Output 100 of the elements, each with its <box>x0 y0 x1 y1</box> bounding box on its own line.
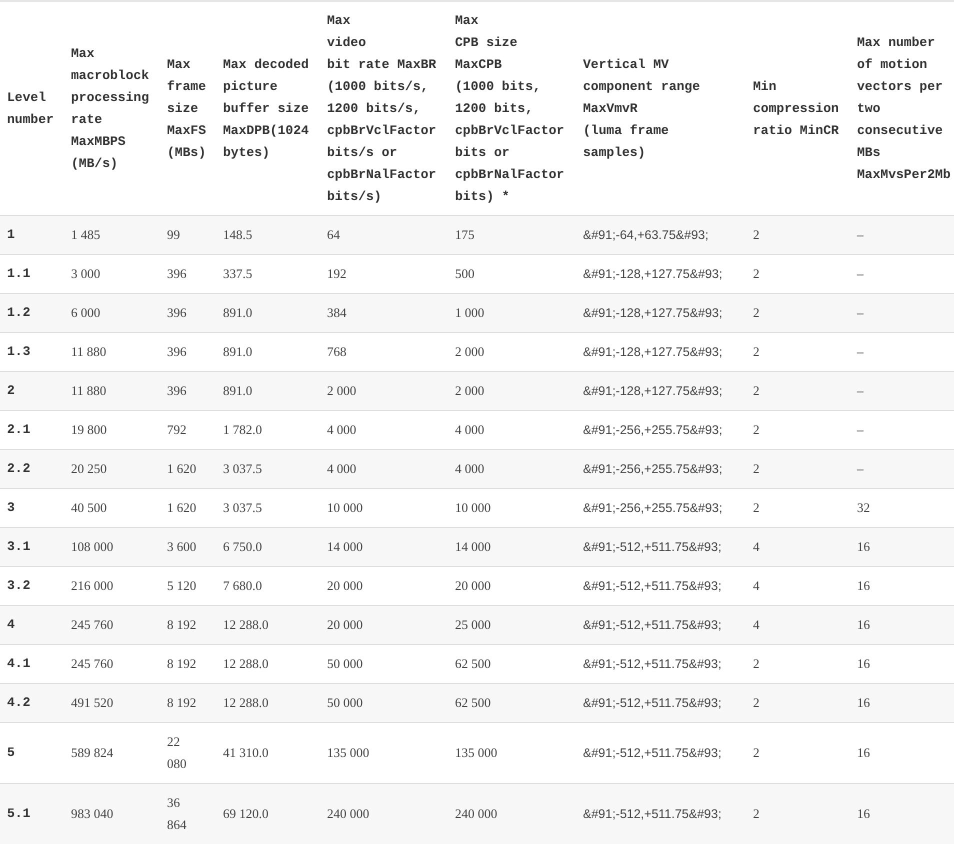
table-cell: 3 037.5 <box>216 450 320 488</box>
table-cell: 14 000 <box>448 528 576 566</box>
column-header: Level number <box>0 1 64 216</box>
table-cell: 16 <box>850 722 954 784</box>
table-cell: 20 000 <box>320 606 448 644</box>
table-cell: 5 120 <box>160 566 216 606</box>
table-cell: 589 824 <box>64 722 160 784</box>
column-header: Max CPB size MaxCPB (1000 bits, 1200 bits, cpbBrVclFactor bits or cpbBrNalFactor bits) * <box>448 1 576 216</box>
level-cell: 5 <box>0 722 64 784</box>
table-cell: 10 000 <box>448 488 576 528</box>
table-cell: 6 750.0 <box>216 528 320 566</box>
table-cell: 384 <box>320 294 448 332</box>
table-cell: &#91;-512,+511.75&#93; <box>576 606 746 644</box>
level-cell: 3 <box>0 488 64 528</box>
table-cell: 12 288.0 <box>216 606 320 644</box>
table-cell: 216 000 <box>64 566 160 606</box>
table-cell: 11 880 <box>64 372 160 410</box>
table-cell: 396 <box>160 372 216 410</box>
table-cell: 2 <box>746 644 850 684</box>
table-cell: 32 <box>850 488 954 528</box>
table-cell: 8 192 <box>160 606 216 644</box>
table-cell: 491 520 <box>64 684 160 722</box>
table-cell: 99 <box>160 216 216 254</box>
level-cell: 1.1 <box>0 254 64 294</box>
table-cell: &#91;-512,+511.75&#93; <box>576 566 746 606</box>
table-cell: 4 000 <box>448 450 576 488</box>
level-cell: 2.1 <box>0 410 64 450</box>
table-cell: – <box>850 372 954 410</box>
table-cell: 240 000 <box>320 784 448 844</box>
table-cell: 3 037.5 <box>216 488 320 528</box>
table-cell: 891.0 <box>216 332 320 372</box>
table-cell: 135 000 <box>320 722 448 784</box>
table-cell: – <box>850 410 954 450</box>
table-cell: 2 <box>746 254 850 294</box>
table-cell: 2 <box>746 332 850 372</box>
table-cell: 36 864 <box>160 784 216 844</box>
table-cell: 2 <box>746 216 850 254</box>
table-cell: 19 800 <box>64 410 160 450</box>
table-cell: 6 000 <box>64 294 160 332</box>
table-cell: 64 <box>320 216 448 254</box>
table-cell: 245 760 <box>64 644 160 684</box>
level-cell: 1 <box>0 216 64 254</box>
table-cell: 2 <box>746 450 850 488</box>
table-cell: 4 000 <box>448 410 576 450</box>
table-cell: 20 250 <box>64 450 160 488</box>
table-cell: 20 000 <box>448 566 576 606</box>
level-cell: 3.2 <box>0 566 64 606</box>
table-cell: 1 782.0 <box>216 410 320 450</box>
table-cell: 2 <box>746 294 850 332</box>
table-cell: 16 <box>850 606 954 644</box>
column-header: Max macroblock processing rate MaxMBPS (MB/s) <box>64 1 160 216</box>
table-cell: 2 000 <box>320 372 448 410</box>
table-cell: – <box>850 254 954 294</box>
table-cell: 8 192 <box>160 684 216 722</box>
table-cell: 69 120.0 <box>216 784 320 844</box>
table-cell: 4 000 <box>320 410 448 450</box>
column-header: Min compression ratio MinCR <box>746 1 850 216</box>
table-cell: &#91;-512,+511.75&#93; <box>576 644 746 684</box>
table-cell: 1 000 <box>448 294 576 332</box>
table-cell: 10 000 <box>320 488 448 528</box>
table-cell: 3 000 <box>64 254 160 294</box>
table-cell: 500 <box>448 254 576 294</box>
table-cell: 11 880 <box>64 332 160 372</box>
level-cell: 5.1 <box>0 784 64 844</box>
table-cell: 25 000 <box>448 606 576 644</box>
table-cell: 2 <box>746 784 850 844</box>
table-cell: 16 <box>850 784 954 844</box>
table-cell: 4 000 <box>320 450 448 488</box>
table-cell: – <box>850 332 954 372</box>
table-cell: 2 <box>746 722 850 784</box>
level-cell: 4 <box>0 606 64 644</box>
table-cell: 396 <box>160 332 216 372</box>
table-cell: 8 192 <box>160 644 216 684</box>
table-cell: &#91;-512,+511.75&#93; <box>576 784 746 844</box>
level-cell: 4.1 <box>0 644 64 684</box>
table-cell: 891.0 <box>216 372 320 410</box>
table-cell: 337.5 <box>216 254 320 294</box>
table-cell: 135 000 <box>448 722 576 784</box>
table-cell: 14 000 <box>320 528 448 566</box>
table-cell: 1 620 <box>160 450 216 488</box>
level-cell: 4.2 <box>0 684 64 722</box>
table-cell: 1 620 <box>160 488 216 528</box>
level-cell: 1.3 <box>0 332 64 372</box>
table-cell: 768 <box>320 332 448 372</box>
table-cell: &#91;-512,+511.75&#93; <box>576 528 746 566</box>
table-cell: 2 <box>746 410 850 450</box>
table-cell: 7 680.0 <box>216 566 320 606</box>
table-cell: 50 000 <box>320 684 448 722</box>
table-cell: 2 <box>746 684 850 722</box>
table-cell: &#91;-128,+127.75&#93; <box>576 332 746 372</box>
table-cell: &#91;-512,+511.75&#93; <box>576 722 746 784</box>
table-cell: 12 288.0 <box>216 684 320 722</box>
column-header: Max frame size MaxFS (MBs) <box>160 1 216 216</box>
table-cell: 16 <box>850 528 954 566</box>
table-cell: 2 <box>746 372 850 410</box>
column-header: Max number of motion vectors per two consecutive MBs MaxMvsPer2Mb <box>850 1 954 216</box>
table-cell: &#91;-256,+255.75&#93; <box>576 410 746 450</box>
table-cell: 792 <box>160 410 216 450</box>
table-cell: &#91;-128,+127.75&#93; <box>576 254 746 294</box>
table-cell: 22 080 <box>160 722 216 784</box>
